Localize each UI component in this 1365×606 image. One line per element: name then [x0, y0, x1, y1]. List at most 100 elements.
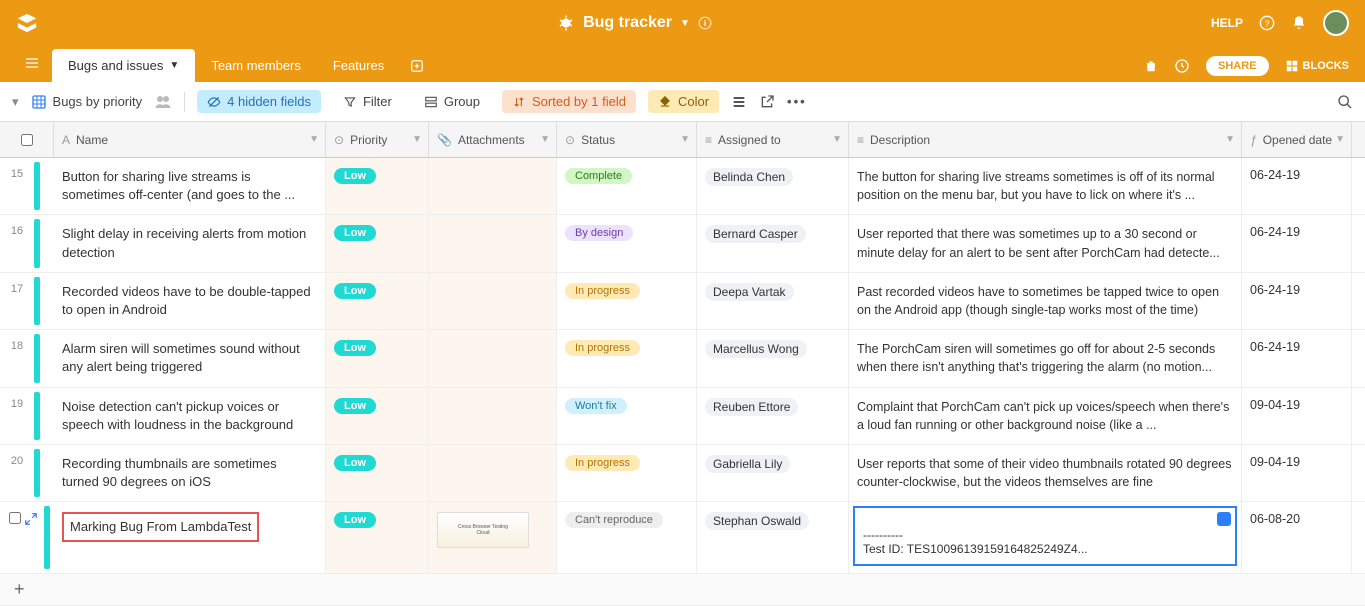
share-view-icon[interactable] — [759, 94, 775, 110]
row-color-bar — [34, 334, 40, 382]
base-title-area[interactable]: Bug tracker ▼ i — [58, 14, 1211, 32]
status-pill[interactable]: Won't fix — [565, 398, 627, 414]
tab-features[interactable]: Features — [317, 49, 400, 82]
data-grid: AName▼ ⊙Priority▼ 📎Attachments▼ ⊙Status▼… — [0, 122, 1365, 606]
name-cell[interactable]: Recording thumbnails are sometimes turne… — [62, 455, 317, 491]
description-cell[interactable]: The PorchCam siren will sometimes go off… — [857, 340, 1233, 376]
view-switcher[interactable]: Bugs by priority — [31, 94, 143, 110]
add-row-button[interactable]: + — [0, 574, 1365, 606]
assigned-chip[interactable]: Deepa Vartak — [705, 283, 794, 301]
name-cell[interactable]: Button for sharing live streams is somet… — [62, 168, 317, 204]
share-button[interactable]: SHARE — [1206, 56, 1269, 76]
assigned-chip[interactable]: Reuben Ettore — [705, 398, 798, 416]
column-header-priority[interactable]: ⊙Priority▼ — [326, 122, 429, 157]
info-icon[interactable]: i — [698, 16, 712, 30]
name-cell[interactable]: Alarm siren will sometimes sound without… — [62, 340, 317, 376]
assigned-chip[interactable]: Bernard Casper — [705, 225, 806, 243]
priority-pill[interactable]: Low — [334, 398, 376, 414]
row-color-bar — [34, 219, 40, 267]
table-row-editing[interactable]: Marking Bug From LambdaTest Low Cross Br… — [0, 502, 1365, 574]
table-row[interactable]: 18 Alarm siren will sometimes sound with… — [0, 330, 1365, 387]
description-editor[interactable]: ---------- Test ID: TES10096139159164825… — [853, 506, 1237, 566]
priority-pill[interactable]: Low — [334, 512, 376, 528]
history-icon[interactable] — [1174, 58, 1190, 74]
table-row[interactable]: 17 Recorded videos have to be double-tap… — [0, 273, 1365, 330]
column-header-assigned[interactable]: ≡Assigned to▼ — [697, 122, 849, 157]
attachments-cell[interactable] — [429, 330, 557, 386]
table-row[interactable]: 15 Button for sharing live streams is so… — [0, 158, 1365, 215]
help-icon[interactable]: ? — [1259, 15, 1275, 31]
status-pill[interactable]: Can't reproduce — [565, 512, 663, 528]
assigned-chip[interactable]: Marcellus Wong — [705, 340, 807, 358]
attachment-thumbnail[interactable]: Cross Browser Testing Cloud — [437, 512, 529, 548]
name-cell[interactable]: Marking Bug From LambdaTest — [62, 512, 259, 542]
grid-header: AName▼ ⊙Priority▼ 📎Attachments▼ ⊙Status▼… — [0, 122, 1365, 158]
attachments-cell[interactable] — [429, 388, 557, 444]
attachments-cell[interactable] — [429, 445, 557, 501]
table-row[interactable]: 20 Recording thumbnails are sometimes tu… — [0, 445, 1365, 502]
menu-icon[interactable] — [12, 47, 52, 82]
notifications-icon[interactable] — [1291, 15, 1307, 31]
priority-pill[interactable]: Low — [334, 168, 376, 184]
description-cell[interactable]: Past recorded videos have to sometimes b… — [857, 283, 1233, 319]
row-color-bar — [34, 392, 40, 440]
tab-dropdown-icon[interactable]: ▼ — [169, 60, 179, 71]
description-cell[interactable]: User reports that some of their video th… — [857, 455, 1233, 491]
add-table-button[interactable] — [400, 50, 434, 82]
column-header-status[interactable]: ⊙Status▼ — [557, 122, 697, 157]
row-height-icon[interactable] — [731, 94, 747, 110]
help-link[interactable]: HELP — [1211, 16, 1243, 30]
group-button[interactable]: Group — [414, 90, 490, 113]
attachments-cell[interactable] — [429, 158, 557, 214]
name-cell[interactable]: Slight delay in receiving alerts from mo… — [62, 225, 317, 261]
table-row[interactable]: 19 Noise detection can't pickup voices o… — [0, 388, 1365, 445]
filter-button[interactable]: Filter — [333, 90, 402, 113]
assigned-chip[interactable]: Gabriella Lily — [705, 455, 790, 473]
attachments-cell[interactable] — [429, 215, 557, 271]
description-cell[interactable]: Complaint that PorchCam can't pick up vo… — [857, 398, 1233, 434]
views-menu-icon[interactable]: ▾ — [12, 94, 19, 110]
column-header-name[interactable]: AName▼ — [54, 122, 326, 157]
status-pill[interactable]: In progress — [565, 455, 640, 471]
trash-icon[interactable] — [1144, 59, 1158, 73]
status-pill[interactable]: In progress — [565, 283, 640, 299]
assigned-chip[interactable]: Stephan Oswald — [705, 512, 809, 530]
expand-cell-icon[interactable] — [1217, 512, 1231, 526]
status-pill[interactable]: By design — [565, 225, 633, 241]
app-logo-icon[interactable] — [16, 12, 38, 34]
select-all-checkbox[interactable] — [21, 134, 33, 146]
description-cell[interactable]: User reported that there was sometimes u… — [857, 225, 1233, 261]
description-cell[interactable]: The button for sharing live streams some… — [857, 168, 1233, 204]
collaborators-icon[interactable] — [154, 93, 172, 111]
priority-pill[interactable]: Low — [334, 340, 376, 356]
assigned-chip[interactable]: Belinda Chen — [705, 168, 793, 186]
attachments-cell[interactable] — [429, 273, 557, 329]
opened-date-cell: 09-04-19 — [1250, 455, 1300, 469]
row-checkbox[interactable] — [9, 512, 21, 524]
column-header-opened-date[interactable]: ƒOpened date▼ — [1242, 122, 1352, 157]
sort-button[interactable]: Sorted by 1 field — [502, 90, 636, 113]
column-header-attachments[interactable]: 📎Attachments▼ — [429, 122, 557, 157]
tab-bugs-and-issues[interactable]: Bugs and issues ▼ — [52, 49, 195, 82]
more-options-icon[interactable]: ••• — [787, 94, 807, 109]
opened-date-cell: 06-24-19 — [1250, 340, 1300, 354]
expand-record-icon[interactable] — [24, 512, 38, 526]
priority-pill[interactable]: Low — [334, 283, 376, 299]
status-pill[interactable]: Complete — [565, 168, 632, 184]
user-avatar[interactable] — [1323, 10, 1349, 36]
priority-pill[interactable]: Low — [334, 225, 376, 241]
search-icon[interactable] — [1337, 94, 1353, 110]
title-dropdown-icon[interactable]: ▼ — [680, 18, 690, 29]
priority-pill[interactable]: Low — [334, 455, 376, 471]
column-header-description[interactable]: ≡Description▼ — [849, 122, 1242, 157]
opened-date-cell: 06-24-19 — [1250, 283, 1300, 297]
blocks-button[interactable]: BLOCKS — [1285, 59, 1349, 73]
status-pill[interactable]: In progress — [565, 340, 640, 356]
row-number: 19 — [0, 388, 34, 444]
hidden-fields-button[interactable]: 4 hidden fields — [197, 90, 321, 113]
color-button[interactable]: Color — [648, 90, 719, 113]
name-cell[interactable]: Recorded videos have to be double-tapped… — [62, 283, 317, 319]
table-row[interactable]: 16 Slight delay in receiving alerts from… — [0, 215, 1365, 272]
name-cell[interactable]: Noise detection can't pickup voices or s… — [62, 398, 317, 434]
tab-team-members[interactable]: Team members — [195, 49, 317, 82]
